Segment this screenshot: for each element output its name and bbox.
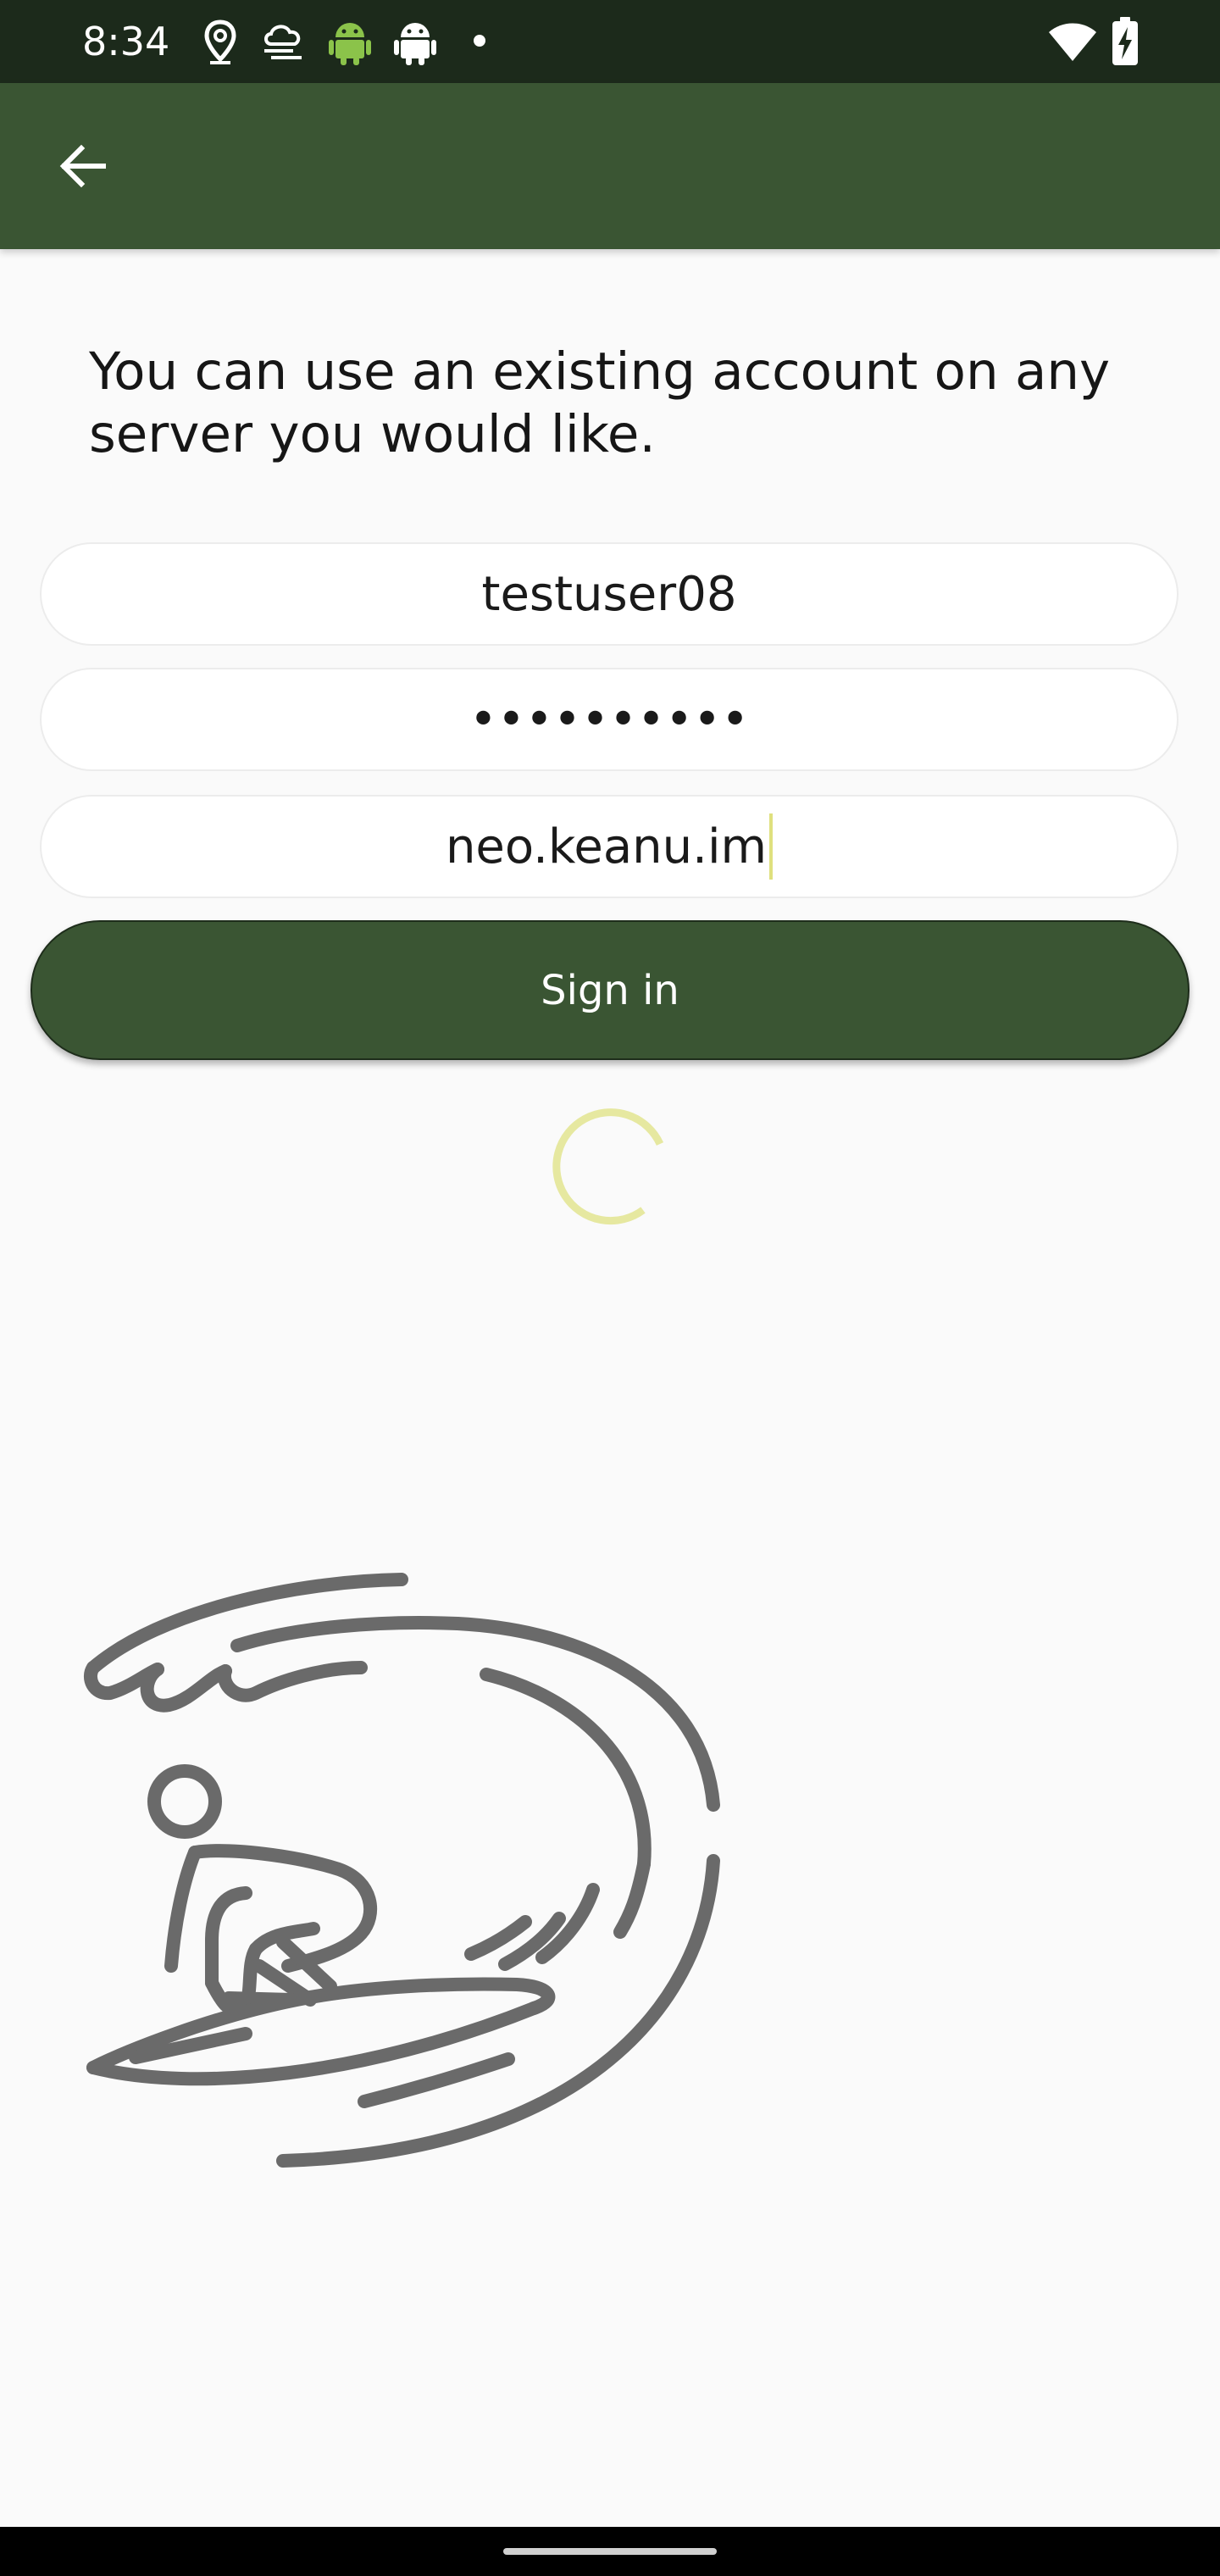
server-field[interactable]: neo.keanu.im bbox=[40, 795, 1178, 898]
password-value: •••••••••• bbox=[469, 691, 750, 747]
status-time: 8:34 bbox=[82, 19, 170, 64]
username-value: testuser08 bbox=[481, 566, 737, 622]
sign-in-button[interactable]: Sign in bbox=[30, 920, 1190, 1060]
password-field[interactable]: •••••••••• bbox=[40, 668, 1178, 771]
text-cursor bbox=[769, 813, 774, 880]
sign-in-label: Sign in bbox=[541, 966, 679, 1014]
battery-charging-icon bbox=[1112, 17, 1139, 70]
back-button[interactable] bbox=[37, 120, 129, 212]
wifi-icon bbox=[1047, 22, 1098, 67]
username-field[interactable]: testuser08 bbox=[40, 542, 1178, 646]
home-gesture-handle[interactable] bbox=[503, 2548, 717, 2555]
android-icon bbox=[329, 19, 371, 70]
app-bar bbox=[0, 83, 1220, 249]
server-value: neo.keanu.im bbox=[445, 819, 768, 874]
arrow-back-icon bbox=[59, 144, 106, 188]
loading-spinner bbox=[546, 1102, 674, 1233]
notification-dot-icon bbox=[473, 34, 486, 52]
cloud-weather-icon bbox=[259, 19, 312, 70]
intro-text: You can use an existing account on any s… bbox=[89, 341, 1111, 464]
location-icon bbox=[203, 19, 237, 70]
navigation-bar bbox=[0, 2527, 1220, 2576]
status-bar: 8:34 bbox=[0, 0, 1220, 83]
surfer-wave-icon bbox=[76, 1559, 729, 2190]
android-debug-icon bbox=[393, 19, 437, 70]
